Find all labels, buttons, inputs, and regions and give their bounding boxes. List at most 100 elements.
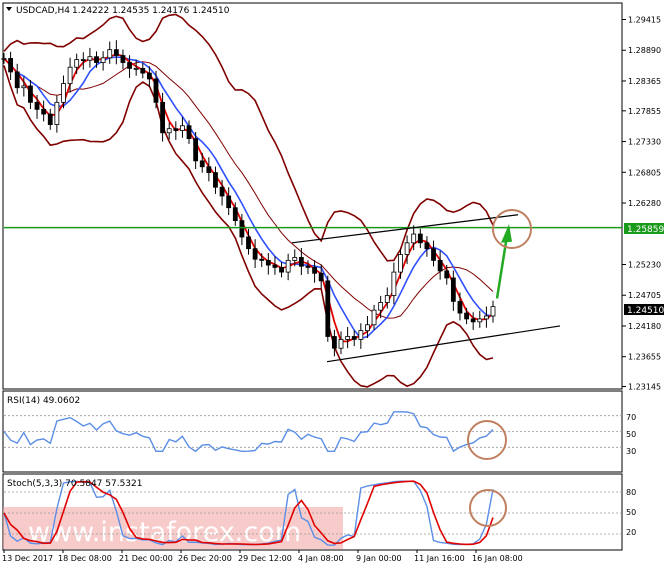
rsi-level-50: 50	[626, 430, 636, 439]
candle-body	[153, 78, 159, 103]
candle-body	[457, 300, 463, 314]
candle-body	[384, 295, 390, 303]
candle-body	[47, 113, 53, 125]
candle-body	[80, 59, 86, 62]
candle-body	[219, 186, 225, 197]
candle-body	[391, 271, 397, 296]
candle-body	[431, 248, 436, 261]
y-tick-label: 1.26280	[628, 199, 661, 208]
candle-body	[285, 259, 291, 273]
candle-body	[365, 324, 370, 332]
candle-body	[312, 267, 317, 274]
y-tick-label: 1.23655	[628, 353, 661, 362]
candle-body	[332, 336, 337, 349]
candle-body	[464, 312, 469, 320]
candle-body	[206, 166, 212, 173]
candle-body	[14, 71, 20, 89]
candle-body	[259, 258, 265, 261]
candle-body	[272, 264, 278, 268]
y-tick-label: 1.28365	[628, 77, 661, 86]
candle-body	[213, 172, 218, 188]
current-price-text: 1.24510	[627, 306, 664, 316]
x-label-5: 4 Jan 08:00	[298, 554, 344, 563]
candle-body	[28, 85, 33, 103]
candle-body	[358, 330, 364, 340]
candle-body	[186, 125, 192, 140]
candle-body	[100, 57, 106, 63]
candle-body	[424, 242, 430, 250]
candle-body	[470, 318, 476, 323]
candle-body	[120, 55, 126, 63]
candle-body	[279, 267, 284, 273]
candle-body	[54, 101, 60, 125]
chart-window: www.instaforex.com 1.29415 1.28890 1.28365…	[0, 0, 665, 568]
y-tick-label: 1.27330	[628, 138, 661, 147]
candle-body	[127, 62, 132, 69]
candle-body	[298, 257, 304, 267]
candle-body	[345, 336, 351, 340]
y-tick-label: 1.26805	[628, 168, 661, 177]
stoch-level-20: 20	[626, 528, 636, 537]
candle-body	[41, 108, 47, 115]
x-label-4: 29 Dec 12:00	[238, 554, 292, 563]
candle-body	[94, 56, 99, 63]
rsi-level-70: 70	[626, 413, 636, 422]
candle-body	[338, 339, 344, 349]
x-label-1: 18 Dec 08:00	[58, 554, 112, 563]
x-label-8: 16 Jan 08:00	[472, 554, 523, 563]
candle-body	[239, 220, 245, 238]
candle-body	[246, 236, 251, 250]
x-label-2: 21 Dec 00:00	[119, 554, 173, 563]
candle-body	[483, 315, 489, 320]
stoch-label: Stoch(5,3,3) 70.5847 57.5321	[7, 479, 142, 489]
y-tick-label: 1.24180	[628, 322, 661, 331]
y-tick-label: 1.24705	[628, 291, 661, 300]
candle-body	[113, 49, 119, 56]
candle-body	[325, 280, 331, 337]
candle-body	[292, 257, 298, 261]
candle-body	[404, 242, 410, 255]
candle-body	[87, 56, 93, 61]
candle-body	[74, 59, 80, 68]
candle-body	[146, 72, 152, 80]
candle-body	[67, 66, 73, 85]
y-tick-label: 1.23145	[628, 383, 661, 392]
candle-body	[490, 306, 496, 317]
candle-body	[8, 58, 14, 73]
rsi-level-30: 30	[626, 447, 636, 456]
rsi-label: RSI(14) 49.0602	[7, 396, 80, 406]
x-label-0: 13 Dec 2017	[2, 554, 53, 563]
symbol-label: USDCAD,H4	[16, 6, 70, 16]
candle-body	[232, 207, 238, 221]
candle-body	[226, 195, 232, 209]
candle-body	[477, 318, 483, 323]
candle-body	[371, 309, 377, 326]
candle-body	[318, 272, 324, 282]
candle-body	[34, 101, 40, 110]
candle-body	[351, 336, 357, 340]
candle-body	[199, 160, 205, 168]
candle-body	[166, 128, 172, 134]
candle-body	[21, 85, 27, 89]
candle-body	[173, 128, 179, 131]
candle-body	[140, 67, 146, 74]
chart-canvas: www.instaforex.com 1.294151.288901.28365…	[1, 2, 664, 563]
candle-body	[305, 265, 311, 268]
candle-body	[265, 259, 271, 266]
y-tick-label: 1.27855	[628, 107, 661, 116]
candle-body	[180, 125, 185, 131]
y-tick-label: 1.29415	[628, 16, 661, 25]
stoch-level-80: 80	[626, 488, 636, 497]
ohlc-label: 1.24222 1.24535 1.24176 1.24510	[72, 6, 230, 16]
x-label-6: 9 Jan 00:00	[356, 554, 402, 563]
level-price-text: 1.25859	[627, 225, 664, 235]
candle-body	[444, 270, 450, 279]
candle-body	[450, 277, 456, 302]
candle-body	[107, 49, 113, 59]
x-label-3: 26 Dec 20:00	[178, 554, 232, 563]
candle-body	[378, 302, 384, 311]
candle-body	[193, 138, 199, 162]
stoch-level-50: 50	[626, 508, 636, 517]
x-label-7: 11 Jan 16:00	[414, 554, 465, 563]
candle-body	[61, 83, 66, 103]
